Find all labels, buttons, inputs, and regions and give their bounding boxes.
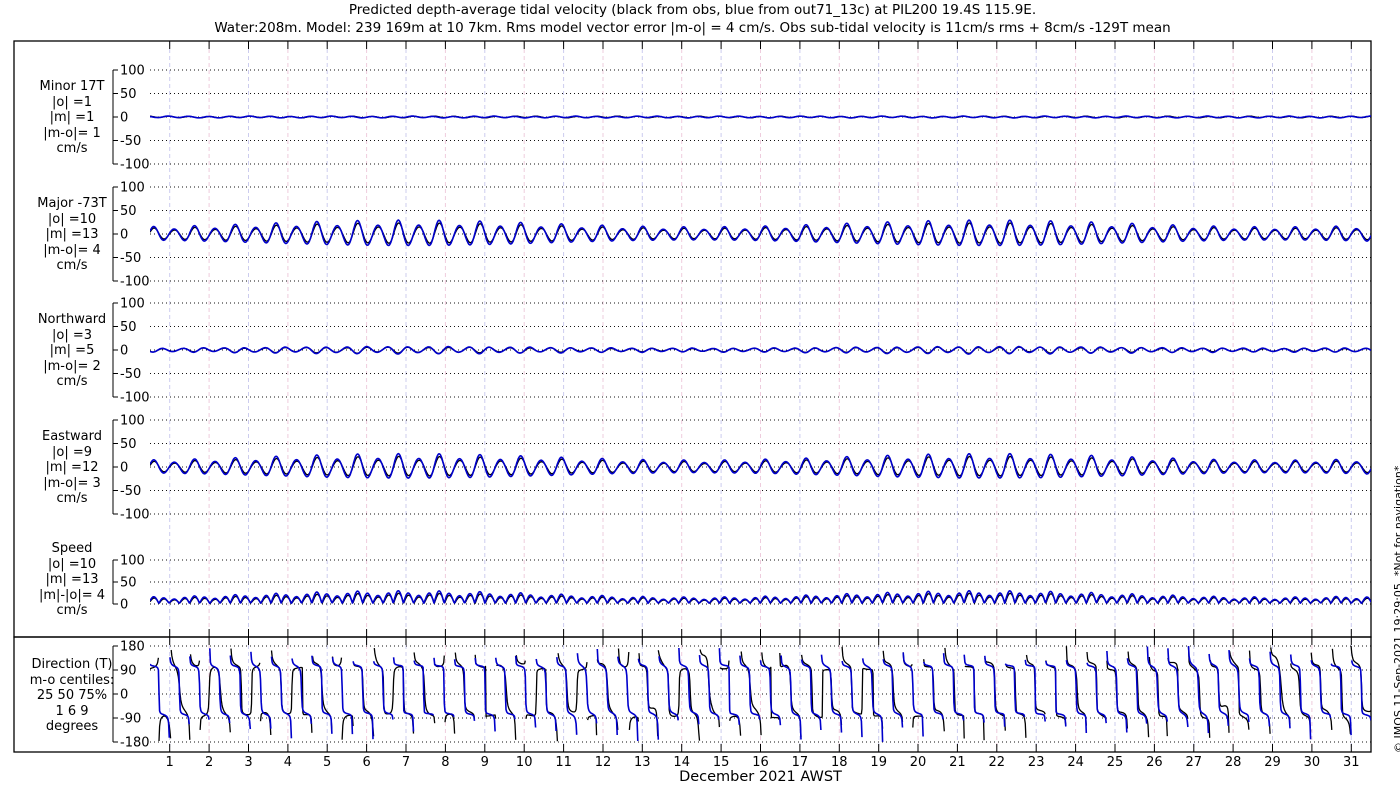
x-tick-label: 2	[205, 755, 213, 770]
x-tick-label: 9	[481, 755, 489, 770]
x-tick-label: 19	[870, 755, 887, 770]
y-tick-label: 50	[120, 320, 137, 335]
y-tick-label: 50	[120, 576, 137, 591]
x-tick-label: 16	[752, 755, 769, 770]
y-tick-label: 50	[120, 204, 137, 219]
x-tick-label: 13	[634, 755, 651, 770]
y-tick-label: 0	[120, 461, 128, 476]
x-tick-label: 1	[166, 755, 174, 770]
x-tick-label: 8	[441, 755, 449, 770]
x-tick-label: 26	[1146, 755, 1163, 770]
x-tick-label: 12	[595, 755, 612, 770]
y-tick-label: -100	[120, 158, 150, 173]
x-tick-label: 10	[516, 755, 533, 770]
y-tick-label: -50	[120, 251, 141, 266]
x-tick-label: 4	[284, 755, 292, 770]
y-tick-label: -50	[120, 484, 141, 499]
y-tick-label: 50	[120, 87, 137, 102]
y-tick-label: 0	[120, 598, 128, 613]
minor-model-trace	[150, 115, 1371, 119]
y-tick-label: -90	[120, 712, 141, 727]
x-tick-label: 27	[1186, 755, 1203, 770]
y-tick-label: -180	[120, 736, 150, 751]
imos-watermark: © IMOS 11-Sep-2021 19:29:05. *Not for na…	[1392, 465, 1400, 753]
x-tick-label: 23	[1028, 755, 1045, 770]
y-tick-label: 50	[120, 437, 137, 452]
x-tick-label: 28	[1225, 755, 1242, 770]
x-tick-label: 5	[323, 755, 331, 770]
x-tick-label: 14	[673, 755, 690, 770]
y-tick-label: 0	[120, 344, 128, 359]
x-tick-label: 30	[1304, 755, 1321, 770]
x-tick-label: 24	[1067, 755, 1084, 770]
x-tick-label: 3	[244, 755, 252, 770]
y-tick-label: 100	[120, 181, 145, 196]
y-tick-label: -100	[120, 275, 150, 290]
velocity-panels-frame	[13, 40, 1372, 638]
x-tick-label: 7	[402, 755, 410, 770]
y-tick-label: 0	[120, 228, 128, 243]
x-tick-label: 17	[792, 755, 809, 770]
plot-canvas: 100500-50-100100500-50-100100500-50-1001…	[13, 40, 1372, 770]
y-tick-label: 180	[120, 640, 145, 655]
x-tick-label: 18	[831, 755, 848, 770]
x-tick-label: 25	[1107, 755, 1124, 770]
x-axis-label: December 2021 AWST	[679, 769, 842, 785]
x-tick-label: 11	[555, 755, 572, 770]
y-tick-label: -50	[120, 367, 141, 382]
y-tick-label: 0	[120, 688, 128, 703]
x-tick-label: 29	[1264, 755, 1281, 770]
y-tick-label: -50	[120, 134, 141, 149]
y-tick-label: 100	[120, 297, 145, 312]
x-tick-label: 15	[713, 755, 730, 770]
y-tick-label: 100	[120, 414, 145, 429]
y-tick-label: -100	[120, 391, 150, 406]
y-tick-label: 90	[120, 664, 137, 679]
y-tick-label: 100	[120, 64, 145, 79]
x-tick-label: 22	[989, 755, 1006, 770]
x-tick-label: 31	[1343, 755, 1360, 770]
y-tick-label: 0	[120, 111, 128, 126]
y-tick-label: -100	[120, 508, 150, 523]
x-tick-label: 6	[362, 755, 370, 770]
x-tick-label: 20	[910, 755, 927, 770]
y-tick-label: 100	[120, 554, 145, 569]
x-tick-label: 21	[949, 755, 966, 770]
